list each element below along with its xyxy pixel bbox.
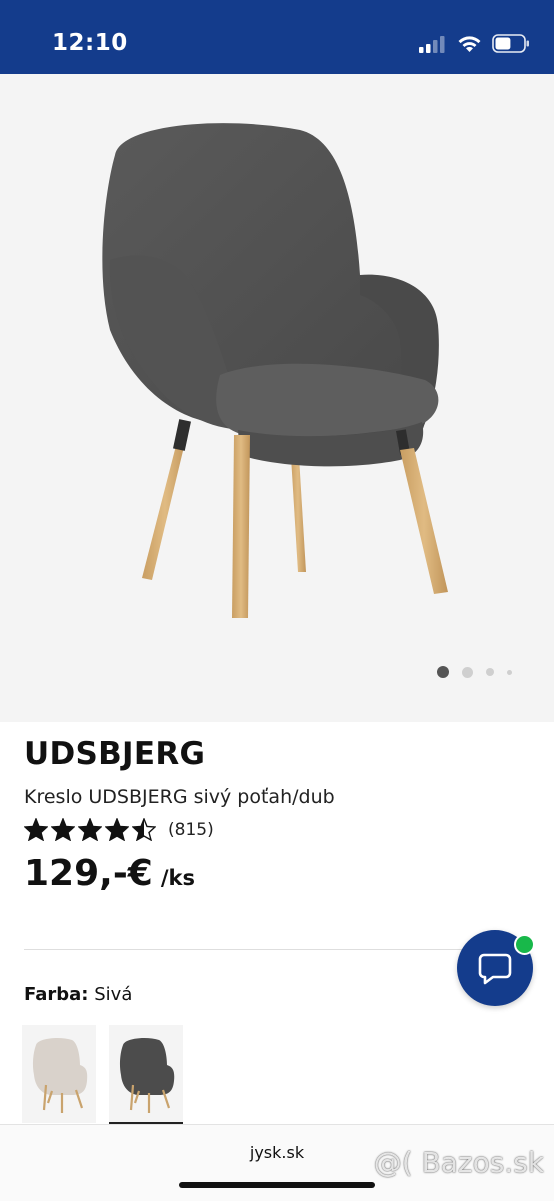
status-time: 12:10 bbox=[52, 30, 128, 56]
product-name: Kreslo UDSBJERG sivý poťah/dub bbox=[24, 786, 335, 808]
chat-bubble-icon bbox=[478, 953, 512, 985]
product-image-armchair bbox=[102, 123, 448, 618]
price-unit: /ks bbox=[160, 866, 195, 890]
armchair-thumbnail-beige bbox=[32, 1037, 88, 1113]
wifi-icon bbox=[458, 35, 481, 52]
color-swatch-gray[interactable] bbox=[109, 1025, 183, 1124]
chat-button[interactable] bbox=[457, 930, 535, 1006]
home-indicator[interactable] bbox=[179, 1182, 375, 1188]
product-price: 129,-€ /ks bbox=[24, 853, 534, 894]
battery-icon bbox=[492, 34, 529, 53]
star-icon bbox=[78, 818, 102, 841]
color-label: Farba: bbox=[24, 984, 89, 1005]
star-icon bbox=[51, 818, 75, 841]
gallery-dot[interactable] bbox=[437, 666, 449, 678]
product-brand: UDSBJERG bbox=[24, 736, 206, 772]
gallery-dot[interactable] bbox=[486, 668, 494, 676]
cellular-signal-icon bbox=[419, 35, 445, 53]
color-swatch-beige[interactable] bbox=[22, 1025, 96, 1123]
status-bar: 12:10 bbox=[0, 0, 554, 74]
gallery-dot[interactable] bbox=[507, 669, 512, 675]
price-value: 129,-€ bbox=[24, 853, 153, 894]
color-value: Sivá bbox=[94, 984, 133, 1005]
watermark: @( Bazos.sk bbox=[373, 1146, 544, 1179]
color-swatches bbox=[22, 1025, 183, 1124]
gallery-dot[interactable] bbox=[462, 666, 473, 678]
star-icon bbox=[132, 818, 156, 841]
status-icons bbox=[419, 34, 530, 53]
divider bbox=[24, 949, 530, 950]
product-rating[interactable]: (815) bbox=[24, 818, 534, 841]
star-icon bbox=[105, 818, 129, 841]
gallery-pagination[interactable] bbox=[437, 666, 512, 678]
armchair-thumbnail-gray bbox=[119, 1037, 175, 1113]
color-selector-label: Farba: Sivá bbox=[24, 984, 132, 1005]
rating-count: (815) bbox=[168, 819, 214, 840]
rating-stars bbox=[24, 818, 156, 841]
online-status-dot bbox=[514, 934, 535, 955]
product-image-gallery[interactable] bbox=[0, 74, 554, 722]
product-info: UDSBJERG Kreslo UDSBJERG sivý poťah/dub … bbox=[24, 736, 534, 894]
star-icon bbox=[24, 818, 48, 841]
